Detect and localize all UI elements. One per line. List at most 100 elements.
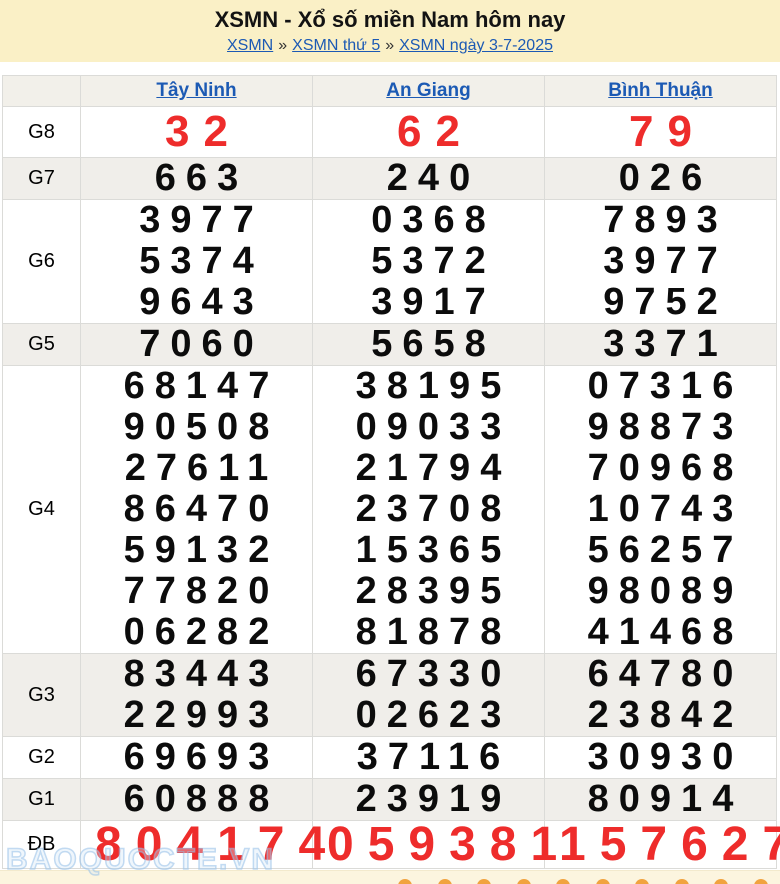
prize-value: 64780 bbox=[545, 654, 776, 695]
prize-value: 68147 bbox=[81, 366, 312, 407]
prize-value: 67330 bbox=[313, 654, 544, 695]
prize-label: G8 bbox=[3, 107, 81, 158]
lottery-ball-icon bbox=[754, 879, 768, 884]
prize-cell: 789339779752 bbox=[545, 200, 777, 324]
prize-cell: 240 bbox=[313, 158, 545, 200]
prize-value: 5658 bbox=[313, 324, 544, 365]
bottom-strip bbox=[0, 870, 780, 884]
prize-value: 77820 bbox=[81, 571, 312, 612]
prize-value: 80914 bbox=[545, 779, 776, 820]
prize-cell: 036853723917 bbox=[313, 200, 545, 324]
province-link-an-giang[interactable]: An Giang bbox=[386, 80, 470, 101]
table-row: G6397753749643036853723917789339779752 bbox=[3, 200, 777, 324]
prize-value: 3371 bbox=[545, 324, 776, 365]
prize-cell: 62 bbox=[313, 107, 545, 158]
prize-value: 30930 bbox=[545, 737, 776, 778]
prize-value: 07316 bbox=[545, 366, 776, 407]
prize-value: 56257 bbox=[545, 530, 776, 571]
breadcrumb: XSMN » XSMN thứ 5 » XSMN ngày 3-7-2025 bbox=[0, 36, 780, 56]
prize-value: 9752 bbox=[545, 282, 776, 323]
prize-cell: 5658 bbox=[313, 324, 545, 366]
prize-cell: 8344322993 bbox=[81, 654, 313, 737]
prize-value: 41468 bbox=[545, 612, 776, 653]
breadcrumb-link-xsmn-thu-5[interactable]: XSMN thứ 5 bbox=[292, 37, 380, 54]
prize-value: 7893 bbox=[545, 200, 776, 241]
prize-value: 02623 bbox=[313, 695, 544, 736]
prize-value: 15365 bbox=[313, 530, 544, 571]
prize-value: 98873 bbox=[545, 407, 776, 448]
province-link-binh-thuan[interactable]: Bình Thuận bbox=[608, 80, 712, 101]
prize-cell: 7060 bbox=[81, 324, 313, 366]
prize-cell: 397753749643 bbox=[81, 200, 313, 324]
province-link-tay-ninh[interactable]: Tây Ninh bbox=[156, 80, 236, 101]
prize-value: 3977 bbox=[81, 200, 312, 241]
prize-value: 32 bbox=[81, 107, 312, 157]
prize-value: 663 bbox=[81, 158, 312, 199]
table-row: G7663240026 bbox=[3, 158, 777, 200]
lottery-ball-icon bbox=[477, 879, 491, 884]
prize-value: 06282 bbox=[81, 612, 312, 653]
breadcrumb-link-xsmn-ngay[interactable]: XSMN ngày 3-7-2025 bbox=[399, 37, 553, 54]
prize-value: 7060 bbox=[81, 324, 312, 365]
prize-value: 28395 bbox=[313, 571, 544, 612]
table-row: G468147905082761186470591327782006282381… bbox=[3, 366, 777, 654]
prize-cell: 79 bbox=[545, 107, 777, 158]
prize-value: 10743 bbox=[545, 489, 776, 530]
prize-cell: 68147905082761186470591327782006282 bbox=[81, 366, 313, 654]
prize-cell: 6478023842 bbox=[545, 654, 777, 737]
prize-label: G3 bbox=[3, 654, 81, 737]
prize-cell: 30930 bbox=[545, 737, 777, 779]
table-row: G3834432299367330026236478023842 bbox=[3, 654, 777, 737]
prize-value: 026 bbox=[545, 158, 776, 199]
column-header-binh-thuan: Bình Thuận bbox=[545, 76, 777, 107]
prize-cell: 026 bbox=[545, 158, 777, 200]
prize-cell: 32 bbox=[81, 107, 313, 158]
prize-value: 09033 bbox=[313, 407, 544, 448]
table-row: G2696933711630930 bbox=[3, 737, 777, 779]
prize-value: 27611 bbox=[81, 448, 312, 489]
breadcrumb-separator: » bbox=[278, 37, 287, 54]
prize-cell: 60888 bbox=[81, 779, 313, 821]
table-row: G1608882391980914 bbox=[3, 779, 777, 821]
prize-value: 240 bbox=[313, 158, 544, 199]
prize-value: 3917 bbox=[313, 282, 544, 323]
prize-cell: 663 bbox=[81, 158, 313, 200]
table-row: G8326279 bbox=[3, 107, 777, 158]
prize-cell: 69693 bbox=[81, 737, 313, 779]
prize-cell: 6733002623 bbox=[313, 654, 545, 737]
prize-label: G5 bbox=[3, 324, 81, 366]
breadcrumb-separator: » bbox=[385, 37, 394, 54]
prize-value: 059381 bbox=[313, 821, 544, 868]
prize-value: 5374 bbox=[81, 241, 312, 282]
prize-value: 62 bbox=[313, 107, 544, 157]
results-table: Tây Ninh An Giang Bình Thuận G8326279G76… bbox=[2, 75, 777, 869]
prize-cell: 37116 bbox=[313, 737, 545, 779]
prize-cell: 157627 bbox=[545, 821, 777, 869]
prize-value: 60888 bbox=[81, 779, 312, 820]
prize-value: 86470 bbox=[81, 489, 312, 530]
prize-value: 22993 bbox=[81, 695, 312, 736]
prize-value: 59132 bbox=[81, 530, 312, 571]
table-row: ĐB804174059381157627 bbox=[3, 821, 777, 869]
prize-value: 157627 bbox=[545, 821, 776, 868]
prize-cell: 804174 bbox=[81, 821, 313, 869]
prize-value: 23919 bbox=[313, 779, 544, 820]
breadcrumb-link-xsmn[interactable]: XSMN bbox=[227, 37, 273, 54]
lottery-ball-icon bbox=[556, 879, 570, 884]
prize-cell: 059381 bbox=[313, 821, 545, 869]
lottery-ball-icon bbox=[635, 879, 649, 884]
prize-cell: 23919 bbox=[313, 779, 545, 821]
prize-value: 81878 bbox=[313, 612, 544, 653]
prize-label: G4 bbox=[3, 366, 81, 654]
prize-label: G6 bbox=[3, 200, 81, 324]
prize-label: G1 bbox=[3, 779, 81, 821]
prize-label: G2 bbox=[3, 737, 81, 779]
prize-label: G7 bbox=[3, 158, 81, 200]
lottery-ball-icon bbox=[438, 879, 452, 884]
prize-value: 9643 bbox=[81, 282, 312, 323]
prize-value: 38195 bbox=[313, 366, 544, 407]
table-row: G5706056583371 bbox=[3, 324, 777, 366]
prize-value: 23842 bbox=[545, 695, 776, 736]
page-title: XSMN - Xổ số miền Nam hôm nay bbox=[0, 7, 780, 33]
lottery-ball-icon bbox=[596, 879, 610, 884]
